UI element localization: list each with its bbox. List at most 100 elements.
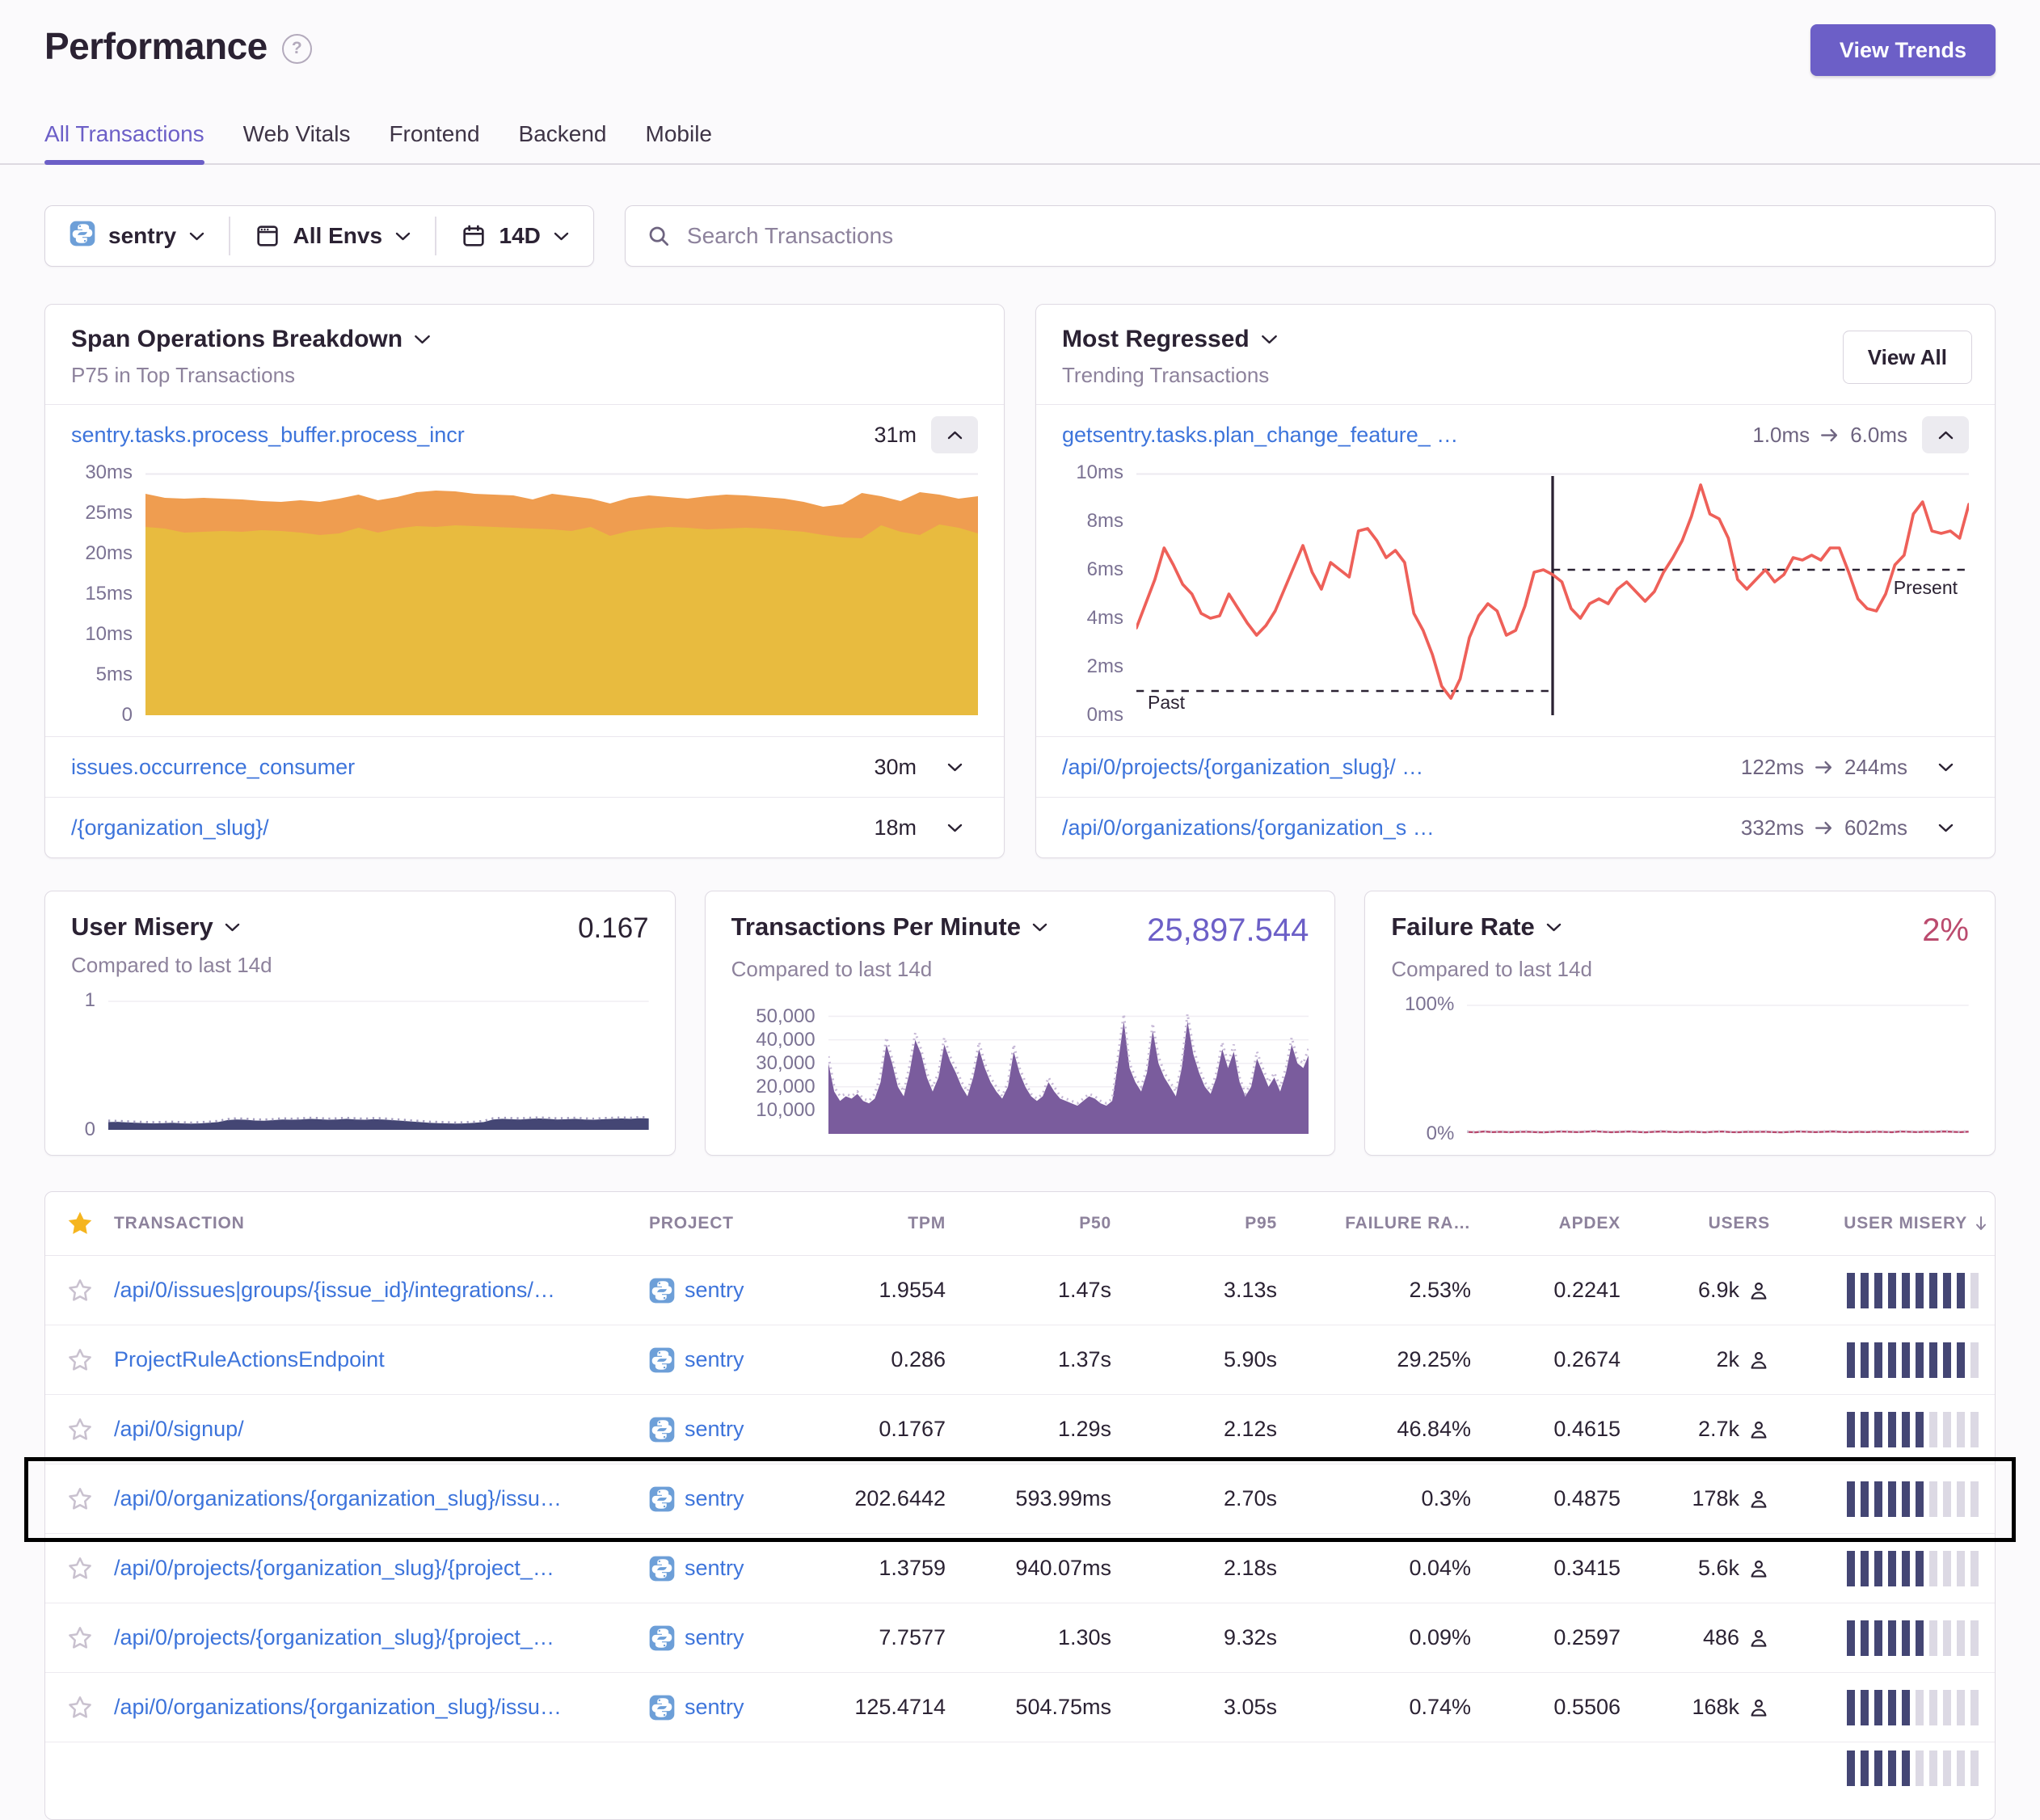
y-axis-tick: 25ms (85, 502, 133, 525)
transaction-link[interactable]: /api/0/organizations/{organization_slug}… (114, 1695, 649, 1720)
view-trends-button[interactable]: View Trends (1810, 24, 1996, 76)
card-title-dropdown[interactable]: User Misery (71, 912, 240, 942)
project-link[interactable]: sentry (685, 1486, 744, 1511)
table-row[interactable]: /api/0/projects/{organization_slug}/{pro… (45, 1533, 1995, 1603)
card-title-dropdown[interactable]: Failure Rate (1391, 912, 1561, 942)
star-icon[interactable] (68, 1348, 92, 1372)
misery-bar (1861, 1481, 1869, 1517)
column-header-project[interactable]: PROJECT (649, 1214, 815, 1233)
transaction-link[interactable]: /api/0/projects/{organization_slug}/ … (1062, 755, 1726, 780)
column-header-p50[interactable]: P50 (952, 1214, 1118, 1233)
table-row[interactable]: /api/0/projects/{organization_slug}/{pro… (45, 1603, 1995, 1672)
star-icon[interactable] (68, 1626, 92, 1650)
project-link[interactable]: sentry (685, 1278, 744, 1303)
transaction-link[interactable]: /api/0/projects/{organization_slug}/{pro… (114, 1625, 649, 1650)
column-header-apdex[interactable]: APDEX (1477, 1214, 1627, 1233)
collapse-button[interactable] (1922, 416, 1969, 453)
star-icon[interactable] (68, 1557, 92, 1581)
search-box[interactable] (625, 205, 1996, 267)
environment-filter[interactable]: All Envs (230, 206, 435, 266)
transactions-table: TRANSACTIONPROJECTTPMP50P95FAILURE RA…AP… (44, 1191, 1996, 1820)
project-cell[interactable]: sentry (649, 1486, 815, 1512)
table-row[interactable]: /api/0/organizations/{organization_slug}… (45, 1672, 1995, 1742)
collapse-button[interactable] (931, 416, 978, 453)
failure-rate-value: 46.84% (1283, 1417, 1477, 1442)
star-cell[interactable] (45, 1279, 114, 1303)
search-input[interactable] (685, 222, 1974, 250)
python-project-icon (649, 1347, 675, 1373)
column-header-transaction[interactable]: TRANSACTION (114, 1214, 649, 1233)
tab-frontend[interactable]: Frontend (389, 121, 479, 163)
column-header-user-misery[interactable]: USER MISERY (1777, 1214, 1995, 1233)
column-header-tpm[interactable]: TPM (815, 1214, 952, 1233)
favorites-column-header[interactable] (45, 1210, 114, 1237)
tab-web-vitals[interactable]: Web Vitals (243, 121, 351, 163)
transaction-link[interactable]: /api/0/projects/{organization_slug}/{pro… (114, 1556, 649, 1581)
span-op-link[interactable]: /{organization_slug}/ (71, 815, 859, 840)
span-ops-title-dropdown[interactable]: Span Operations Breakdown (71, 326, 978, 353)
table-row[interactable] (45, 1742, 1995, 1819)
project-link[interactable]: sentry (685, 1695, 744, 1720)
star-cell[interactable] (45, 1696, 114, 1720)
tab-mobile[interactable]: Mobile (646, 121, 712, 163)
table-row[interactable]: /api/0/issues|groups/{issue_id}/integrat… (45, 1256, 1995, 1325)
chevron-down-icon (1938, 824, 1954, 832)
most-regressed-title-dropdown[interactable]: Most Regressed (1062, 326, 1969, 353)
table-row[interactable]: ProjectRuleActionsEndpointsentry0.2861.3… (45, 1325, 1995, 1394)
star-cell[interactable] (45, 1487, 114, 1511)
users-value: 178k (1627, 1486, 1777, 1511)
transaction-link[interactable]: /api/0/signup/ (114, 1417, 649, 1442)
span-op-link[interactable]: issues.occurrence_consumer (71, 755, 859, 780)
project-cell[interactable]: sentry (649, 1417, 815, 1443)
tab-backend[interactable]: Backend (519, 121, 607, 163)
transaction-link[interactable]: getsentry.tasks.plan_change_feature_ … (1062, 423, 1738, 448)
project-link[interactable]: sentry (685, 1417, 744, 1442)
star-cell[interactable] (45, 1348, 114, 1372)
project-filter[interactable]: sentry (45, 206, 229, 266)
expand-button[interactable] (1922, 748, 1969, 786)
misery-bar (1929, 1342, 1937, 1378)
project-cell[interactable]: sentry (649, 1347, 815, 1373)
expand-button[interactable] (1922, 809, 1969, 846)
view-all-button[interactable]: View All (1843, 331, 1972, 384)
span-op-link[interactable]: sentry.tasks.process_buffer.process_incr (71, 423, 859, 448)
star-icon[interactable] (66, 1210, 94, 1237)
table-row[interactable]: /api/0/organizations/{organization_slug}… (45, 1464, 1995, 1533)
column-header-p95[interactable]: P95 (1118, 1214, 1283, 1233)
project-link[interactable]: sentry (685, 1625, 744, 1650)
star-icon[interactable] (68, 1418, 92, 1442)
project-link[interactable]: sentry (685, 1556, 744, 1581)
date-range-filter-label: 14D (499, 223, 541, 249)
transaction-link[interactable]: /api/0/organizations/{organization_s … (1062, 815, 1726, 840)
card-title-dropdown[interactable]: Transactions Per Minute (731, 912, 1047, 942)
apdex-value: 0.4875 (1477, 1486, 1627, 1511)
transaction-link[interactable]: /api/0/organizations/{organization_slug}… (114, 1486, 649, 1511)
help-icon[interactable]: ? (282, 34, 312, 64)
project-cell[interactable]: sentry (649, 1625, 815, 1651)
star-icon[interactable] (68, 1487, 92, 1511)
project-cell[interactable]: sentry (649, 1695, 815, 1721)
project-link[interactable]: sentry (685, 1347, 744, 1372)
card-title: Transactions Per Minute (731, 912, 1021, 942)
star-cell[interactable] (45, 1557, 114, 1581)
tab-all-transactions[interactable]: All Transactions (44, 121, 204, 163)
star-cell[interactable] (45, 1626, 114, 1650)
table-row[interactable]: /api/0/signup/sentry0.17671.29s2.12s46.8… (45, 1394, 1995, 1464)
most-regressed-chart: 10ms8ms6ms4ms2ms0ms PastPresent (1036, 465, 1995, 736)
star-icon[interactable] (68, 1279, 92, 1303)
star-cell[interactable] (45, 1418, 114, 1442)
most-regressed-panel: Most Regressed Trending Transactions Vie… (1035, 304, 1996, 858)
transaction-link[interactable]: ProjectRuleActionsEndpoint (114, 1347, 649, 1372)
date-range-filter[interactable]: 14D (436, 206, 593, 266)
expand-button[interactable] (931, 809, 978, 846)
transaction-link[interactable]: /api/0/issues|groups/{issue_id}/integrat… (114, 1278, 649, 1303)
failure-rate-value: 0.3% (1283, 1486, 1477, 1511)
expand-button[interactable] (931, 748, 978, 786)
project-cell[interactable]: sentry (649, 1278, 815, 1304)
column-header-users[interactable]: USERS (1627, 1214, 1777, 1233)
failure-rate-value: 2.53% (1283, 1278, 1477, 1303)
project-cell[interactable]: sentry (649, 1556, 815, 1582)
column-header-failure-ra[interactable]: FAILURE RA… (1283, 1214, 1477, 1233)
arrow-right-icon (1819, 426, 1840, 444)
star-icon[interactable] (68, 1696, 92, 1720)
